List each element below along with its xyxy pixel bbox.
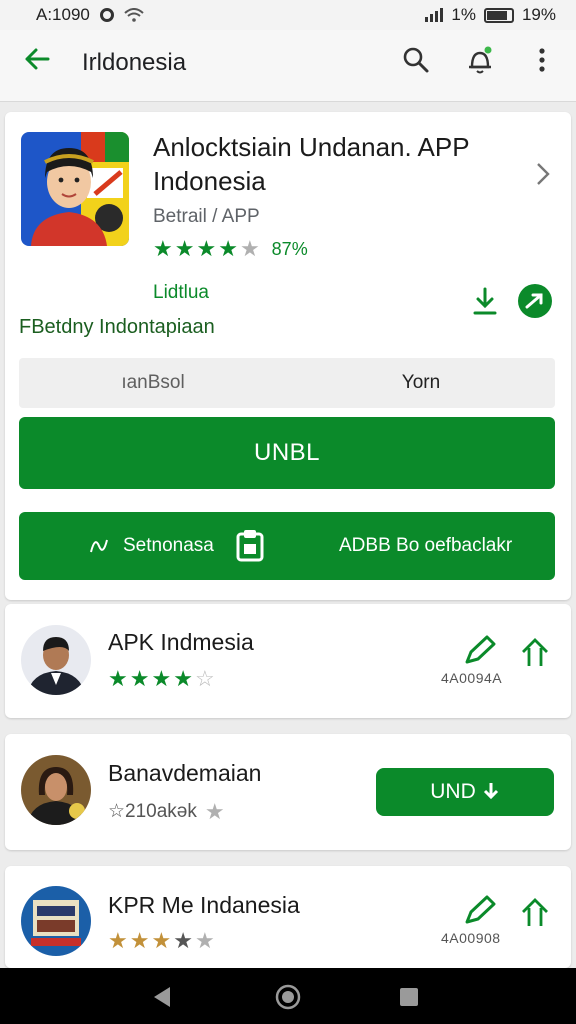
list-item-title: KPR Me Indanesia	[108, 892, 300, 918]
back-arrow-icon[interactable]	[22, 44, 52, 74]
battery-percent: 1%	[451, 5, 476, 24]
nav-home-icon[interactable]	[275, 984, 301, 1010]
chevron-right-icon[interactable]	[533, 160, 553, 188]
document-icon[interactable]	[235, 528, 265, 562]
install-button-label: UND	[430, 780, 476, 803]
notification-icon	[469, 46, 492, 74]
list-item-rating: ☆210akək ★	[108, 800, 225, 823]
upload-icon[interactable]	[519, 636, 551, 668]
list-item-meta: 4A0094A	[441, 670, 503, 686]
segment-left[interactable]: ıanBsol	[19, 358, 287, 408]
app-detail-card: Anlocktsiain Undanan. APP Indonesia Betr…	[5, 112, 571, 600]
edit-icon[interactable]	[463, 634, 497, 666]
list-item[interactable]: APK Indmesia ★ ★ ★ ★ ☆ 4A0094A	[5, 604, 571, 718]
battery-percent-secondary: 19%	[521, 5, 556, 24]
list-item-rating: ★ ★ ★ ★ ☆	[108, 668, 215, 690]
star-empty-icon: ★	[239, 236, 260, 261]
star-icon: ★	[153, 236, 173, 261]
star-empty-icon: ☆	[194, 666, 215, 691]
list-item-rating-text: ☆210akək	[108, 801, 197, 822]
list-item-meta: 4A00908	[441, 930, 501, 946]
download-icon	[473, 287, 497, 315]
list-item[interactable]: KPR Me Indanesia ★ ★ ★ ★ ★ 4A00908	[5, 866, 571, 968]
star-icon: ★	[108, 666, 128, 691]
search-button[interactable]	[400, 44, 432, 76]
star-icon: ★	[108, 928, 128, 953]
star-icon: ★	[129, 928, 150, 953]
wave-icon	[90, 539, 108, 553]
record-icon	[99, 8, 114, 22]
list-item[interactable]: Banavdemaian ☆210akək ★ UND	[5, 734, 571, 850]
nav-recents-icon[interactable]	[398, 986, 420, 1008]
star-icon: ★	[151, 928, 172, 953]
avatar	[21, 755, 91, 825]
segment-right[interactable]: Yorn	[287, 358, 555, 408]
status-time: A:1090	[36, 5, 90, 24]
rating-percent: 87%	[271, 238, 308, 259]
share-button[interactable]	[516, 282, 554, 320]
secondary-left-label[interactable]: Setnonasa	[123, 535, 214, 557]
list-item-title: Banavdemaian	[108, 760, 262, 786]
app-rating: ★ ★ ★ ★ ★ 87%	[153, 238, 308, 260]
segment-control: ıanBsol Yorn	[19, 358, 555, 408]
page-title: Irldonesia	[82, 49, 187, 76]
search-icon	[403, 47, 429, 73]
more-options-button[interactable]	[526, 44, 558, 76]
star-icon: ★	[174, 236, 195, 261]
status-bar: A:1090 1% 19%	[0, 0, 576, 30]
star-icon: ★	[218, 236, 238, 261]
app-developer[interactable]: Betrail / APP	[153, 206, 260, 228]
app-subtitle: FBetdny Indontapiaan	[19, 316, 215, 338]
install-button[interactable]: UND	[376, 768, 554, 816]
list-item-title: APK Indmesia	[108, 629, 254, 655]
primary-install-button[interactable]: UNBL	[19, 417, 555, 489]
more-vert-icon	[539, 48, 545, 72]
upload-icon[interactable]	[519, 896, 551, 928]
secondary-right-label[interactable]: ADBB Bo oefbaclakr	[339, 535, 512, 557]
nav-back-icon[interactable]	[150, 985, 174, 1009]
share-icon	[518, 284, 552, 318]
avatar	[21, 625, 91, 695]
battery-icon	[483, 7, 514, 23]
app-title: Anlocktsiain Undanan. APP Indonesia	[153, 132, 470, 196]
signal-icon	[425, 8, 444, 22]
secondary-action-bar: Setnonasa ADBB Bo oefbaclakr	[19, 512, 555, 580]
notification-button[interactable]	[464, 44, 496, 76]
app-bar: Irldonesia	[0, 30, 576, 102]
avatar	[21, 886, 91, 956]
star-icon: ★	[129, 666, 150, 691]
star-icon: ★	[173, 666, 193, 691]
system-navigation-bar	[0, 968, 576, 1024]
app-tag[interactable]: Lidtlua	[153, 282, 209, 304]
star-empty-icon: ★	[204, 798, 225, 824]
wifi-icon	[124, 8, 144, 22]
star-icon: ★	[196, 236, 217, 261]
star-empty-icon: ★	[194, 928, 215, 953]
app-icon[interactable]	[21, 132, 129, 246]
download-icon	[483, 783, 498, 800]
star-icon: ★	[151, 666, 172, 691]
list-item-rating: ★ ★ ★ ★ ★	[108, 930, 215, 952]
download-button[interactable]	[466, 282, 504, 320]
star-empty-icon: ★	[173, 928, 193, 953]
edit-icon[interactable]	[463, 894, 497, 926]
